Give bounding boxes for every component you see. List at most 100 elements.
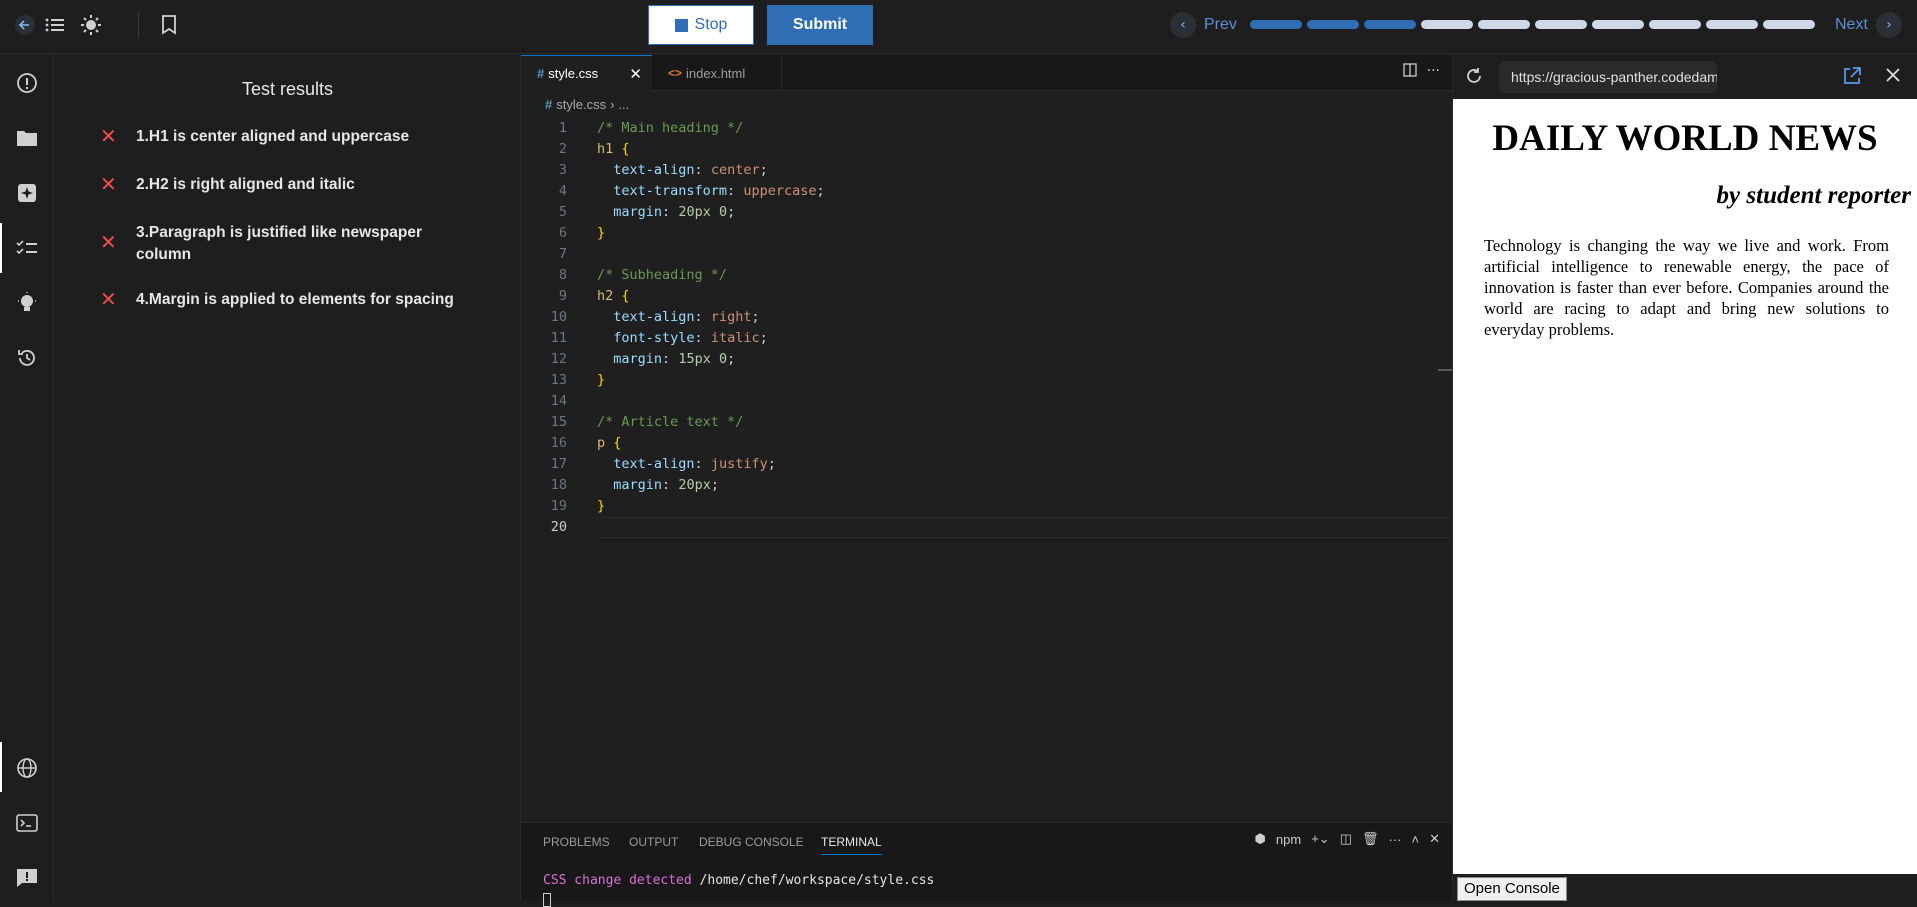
- folder-icon[interactable]: [12, 123, 42, 153]
- breadcrumb-file[interactable]: style.css: [556, 97, 606, 112]
- preview-url-field[interactable]: https://gracious-panther.codedamn.app: [1499, 61, 1717, 93]
- test-item: ✕ 1.H1 is center aligned and uppercase: [100, 126, 500, 148]
- split-editor-icon[interactable]: [1402, 63, 1417, 81]
- code-area[interactable]: 1 /* Main heading */ 2 h1 {3 text-align: ce…: [521, 118, 1452, 538]
- code-line[interactable]: 19}: [521, 496, 1452, 517]
- tab-problems[interactable]: PROBLEMS: [543, 835, 610, 849]
- test-results-title: Test results: [241, 79, 334, 99]
- tab-terminal[interactable]: TERMINAL: [821, 835, 882, 855]
- tab-output[interactable]: OUTPUT: [629, 835, 678, 849]
- chevron-right-icon: ›: [1875, 12, 1902, 38]
- progress-segment: [1592, 20, 1644, 29]
- test-item: ✕ 2.H2 is right aligned and italic: [100, 174, 500, 196]
- line-number: 15: [550, 414, 567, 430]
- code-line[interactable]: 6}: [521, 223, 1452, 244]
- progress-segment: [1478, 20, 1530, 29]
- code-line[interactable]: 1 /* Main heading */: [521, 118, 1452, 139]
- code-line[interactable]: 17 text-align: justify;: [521, 454, 1452, 475]
- ai-sparkle-icon[interactable]: [12, 178, 42, 208]
- line-number: 16: [550, 435, 567, 451]
- info-alert-icon[interactable]: [12, 68, 42, 98]
- active-indicator: [0, 223, 2, 273]
- terminal-icon[interactable]: [12, 808, 42, 838]
- code-line[interactable]: 15 /* Article text */: [521, 412, 1452, 433]
- code-editor: # style.css ✕ <> index.html ··· # style.…: [521, 55, 1452, 822]
- chevron-up-icon[interactable]: ˄: [1412, 832, 1420, 847]
- stop-button[interactable]: Stop: [648, 5, 754, 45]
- progress-segment: [1535, 20, 1587, 29]
- terminal-cursor[interactable]: [543, 893, 551, 907]
- code-line[interactable]: 10 text-align: right;: [521, 307, 1452, 328]
- code-text: }: [597, 372, 606, 388]
- progress-segment: [1763, 20, 1815, 29]
- code-line[interactable]: 8 /* Subheading */: [521, 265, 1452, 286]
- shell-label[interactable]: npm: [1276, 832, 1301, 847]
- theme-sun-icon[interactable]: [76, 10, 106, 40]
- fail-x-icon: ✕: [100, 230, 117, 254]
- code-text: h2 {: [597, 288, 630, 304]
- preview-toolbar: https://gracious-panther.codedamn.app: [1453, 55, 1917, 99]
- code-line[interactable]: 12 margin: 15px 0;: [521, 349, 1452, 370]
- feedback-icon[interactable]: [12, 863, 42, 893]
- code-text: text-align: center;: [613, 162, 768, 178]
- refresh-icon[interactable]: [1465, 67, 1483, 89]
- checklist-icon[interactable]: [12, 233, 42, 263]
- code-line[interactable]: 20: [521, 517, 1452, 538]
- code-line[interactable]: 9 h2 {: [521, 286, 1452, 307]
- add-terminal-icon[interactable]: +⌄: [1311, 831, 1329, 847]
- preview-subheading: by student reporter: [1716, 182, 1911, 209]
- lesson-progress: [1250, 20, 1815, 29]
- code-text: margin: 20px 0;: [613, 204, 736, 220]
- code-text: h1 {: [597, 141, 630, 157]
- back-arrow-icon[interactable]: [10, 10, 40, 40]
- code-line[interactable]: 13}: [521, 370, 1452, 391]
- progress-segment: [1649, 20, 1701, 29]
- open-external-icon[interactable]: [1843, 67, 1861, 89]
- code-line[interactable]: 4 text-transform: uppercase;: [521, 181, 1452, 202]
- code-text: /* Subheading */: [597, 267, 728, 283]
- next-button[interactable]: Next ›: [1835, 12, 1902, 38]
- code-line[interactable]: 11 font-style: italic;: [521, 328, 1452, 349]
- package-icon: ⬢: [1254, 831, 1266, 846]
- code-line[interactable]: 18 margin: 20px;: [521, 475, 1452, 496]
- more-actions-icon[interactable]: ···: [1427, 63, 1440, 81]
- chevron-right-icon: ›: [610, 97, 615, 112]
- code-text: text-align: right;: [613, 309, 760, 325]
- split-terminal-icon[interactable]: ◫: [1340, 831, 1352, 847]
- line-number: 1: [558, 120, 567, 136]
- close-icon[interactable]: [1885, 67, 1901, 87]
- tab-debug-console[interactable]: DEBUG CONSOLE: [699, 835, 804, 849]
- code-line[interactable]: 2 h1 {: [521, 139, 1452, 160]
- close-icon[interactable]: ✕: [1429, 831, 1440, 847]
- progress-segment: [1706, 20, 1758, 29]
- bookmark-icon[interactable]: [154, 10, 184, 40]
- lightbulb-icon[interactable]: [12, 288, 42, 318]
- tab-index-html[interactable]: <> index.html: [652, 55, 782, 91]
- tab-style-css[interactable]: # style.css ✕: [521, 55, 652, 91]
- line-number: 12: [550, 351, 567, 367]
- breadcrumb-more[interactable]: ...: [618, 97, 629, 112]
- list-icon[interactable]: [40, 10, 70, 40]
- more-actions-icon[interactable]: ···: [1389, 832, 1402, 847]
- code-line[interactable]: 5 margin: 20px 0;: [521, 202, 1452, 223]
- code-text: /* Article text */: [597, 414, 744, 430]
- code-text: margin: 20px;: [613, 477, 719, 493]
- preview-paragraph: Technology is changing the way we live a…: [1484, 236, 1889, 339]
- code-line[interactable]: 7: [521, 244, 1452, 265]
- close-icon[interactable]: ✕: [629, 65, 642, 83]
- chevron-left-icon: ‹: [1170, 12, 1196, 38]
- history-icon[interactable]: [12, 343, 42, 373]
- line-number: 8: [558, 267, 567, 283]
- submit-button[interactable]: Submit: [767, 5, 873, 45]
- globe-icon[interactable]: [12, 753, 42, 783]
- code-line[interactable]: 3 text-align: center;: [521, 160, 1452, 181]
- open-console-button[interactable]: Open Console: [1457, 877, 1567, 901]
- code-text: text-transform: uppercase;: [613, 183, 825, 199]
- code-line[interactable]: 16 p {: [521, 433, 1452, 454]
- code-line[interactable]: 14: [521, 391, 1452, 412]
- terminal-message: CSS change detected: [543, 873, 692, 888]
- code-text: }: [597, 225, 606, 241]
- line-number: 19: [550, 498, 567, 514]
- trash-icon[interactable]: 🗑: [1362, 831, 1379, 847]
- prev-button[interactable]: ‹ Prev: [1170, 12, 1237, 38]
